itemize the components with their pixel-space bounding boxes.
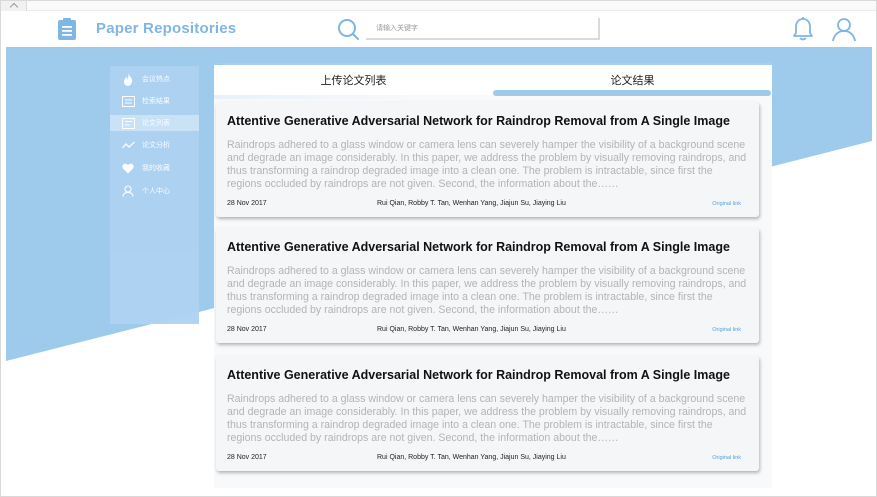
bell-icon[interactable]: [792, 16, 814, 42]
sidebar-item-label: 论文分析: [142, 142, 170, 149]
paper-date: 28 Nov 2017: [227, 200, 267, 207]
sidebar-item-label: 论文列表: [142, 120, 170, 127]
flame-icon: [120, 72, 136, 86]
app-window: Paper Repositories 会议热点 检索结果: [0, 0, 877, 497]
heart-icon: [120, 161, 136, 175]
brand-title: Paper Repositories: [96, 20, 237, 37]
trend-icon: [120, 138, 136, 152]
paper-authors: Rui Qian, Robby T. Tan, Wenhan Yang, Jia…: [377, 454, 566, 461]
search-icon[interactable]: [336, 17, 360, 41]
original-link[interactable]: Original link: [712, 455, 741, 461]
clipboard-logo-icon: [58, 18, 76, 40]
tab-divider: [214, 95, 414, 99]
sidebar-item-personal-center[interactable]: 个人中心: [110, 183, 199, 199]
main-panel: 上传论文列表 论文结果 Attentive Generative Adversa…: [214, 65, 772, 488]
paper-abstract: Raindrops adhered to a glass window or c…: [227, 139, 747, 190]
paper-authors: Rui Qian, Robby T. Tan, Wenhan Yang, Jia…: [377, 200, 566, 207]
paper-authors: Rui Qian, Robby T. Tan, Wenhan Yang, Jia…: [377, 326, 566, 333]
paper-date: 28 Nov 2017: [227, 454, 267, 461]
search-input[interactable]: [366, 18, 600, 40]
tab-bar: 上传论文列表 论文结果: [214, 65, 772, 96]
original-link[interactable]: Original link: [712, 327, 741, 333]
paper-title[interactable]: Attentive Generative Adversarial Network…: [227, 114, 730, 128]
tab-upload-paper-list[interactable]: 上传论文列表: [214, 65, 493, 95]
paper-card[interactable]: Attentive Generative Adversarial Network…: [216, 228, 759, 343]
sidebar-item-label: 我的收藏: [142, 165, 170, 172]
list-icon: [120, 116, 136, 130]
sidebar: 会议热点 检索结果 论文列表 论文分析 我的收藏 个人中心: [110, 66, 199, 324]
paper-title[interactable]: Attentive Generative Adversarial Network…: [227, 368, 730, 382]
sidebar-item-favorites[interactable]: 我的收藏: [110, 160, 199, 176]
sidebar-item-label: 个人中心: [142, 188, 170, 195]
document-icon: [120, 94, 136, 108]
sidebar-item-search-results[interactable]: 检索结果: [110, 93, 199, 109]
sidebar-item-label: 检索结果: [142, 98, 170, 105]
sidebar-item-hot-topics[interactable]: 会议热点: [110, 71, 199, 87]
paper-date: 28 Nov 2017: [227, 326, 267, 333]
top-header: Paper Repositories: [6, 11, 872, 47]
paper-abstract: Raindrops adhered to a glass window or c…: [227, 265, 747, 316]
paper-abstract: Raindrops adhered to a glass window or c…: [227, 393, 747, 444]
sidebar-item-paper-analysis[interactable]: 论文分析: [110, 137, 199, 153]
paper-card[interactable]: Attentive Generative Adversarial Network…: [216, 356, 759, 471]
paper-card[interactable]: Attentive Generative Adversarial Network…: [216, 102, 759, 217]
paper-title[interactable]: Attentive Generative Adversarial Network…: [227, 240, 730, 254]
active-tab-indicator: [493, 90, 771, 96]
person-icon: [120, 184, 136, 198]
original-link[interactable]: Original link: [712, 201, 741, 207]
user-profile-icon[interactable]: [831, 16, 857, 42]
sidebar-item-paper-list[interactable]: 论文列表: [110, 115, 199, 131]
sidebar-item-label: 会议热点: [142, 76, 170, 83]
